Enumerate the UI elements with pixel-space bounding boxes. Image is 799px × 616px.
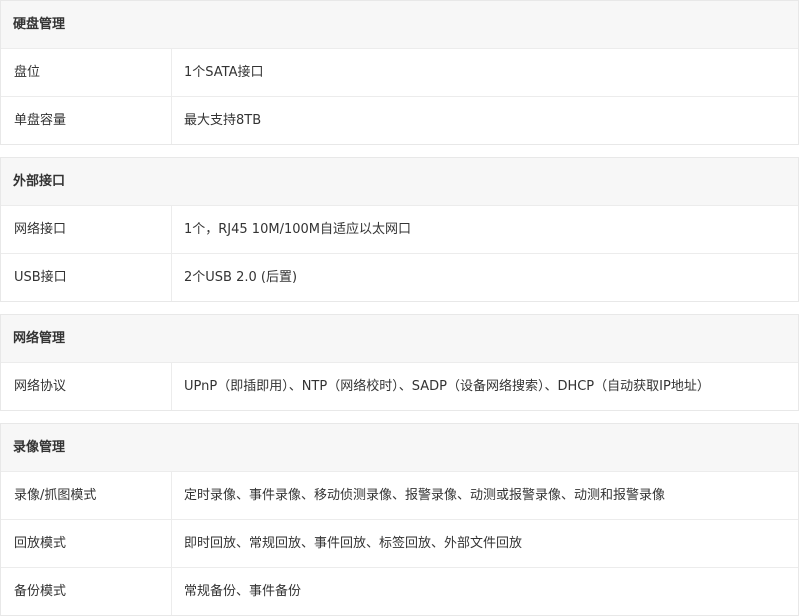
spec-value: 2个USB 2.0 (后置) — [184, 270, 298, 285]
spec-key: 单盘容量 — [1, 97, 172, 144]
section-title: 外部接口 — [1, 158, 798, 205]
spec-value: 即时回放、常规回放、事件回放、标签回放、外部文件回放 — [184, 536, 523, 551]
spec-row: USB接口 2个USB 2.0 (后置) — [1, 253, 798, 301]
spec-key: 回放模式 — [1, 520, 172, 567]
spec-value: 1个，RJ45 10M/100M自适应以太网口 — [184, 222, 411, 237]
spec-section-network-management: 网络管理 网络协议 UPnP（即插即用）、NTP（网络校时）、SADP（设备网络… — [0, 314, 799, 411]
spec-key: 网络接口 — [1, 206, 172, 253]
spec-value: 常规备份、事件备份 — [184, 584, 302, 599]
section-title: 网络管理 — [1, 315, 798, 362]
section-title: 硬盘管理 — [1, 1, 798, 48]
spec-value: UPnP（即插即用）、NTP（网络校时）、SADP（设备网络搜索）、DHCP（自… — [184, 379, 710, 394]
spec-key: USB接口 — [1, 254, 172, 301]
spec-section-external-interfaces: 外部接口 网络接口 1个，RJ45 10M/100M自适应以太网口 USB接口 … — [0, 157, 799, 302]
spec-value: 最大支持8TB — [184, 113, 262, 128]
spec-section-recording-management: 录像管理 录像/抓图模式 定时录像、事件录像、移动侦测录像、报警录像、动测或报警… — [0, 423, 799, 616]
spec-row: 备份模式 常规备份、事件备份 — [1, 567, 798, 615]
spec-row: 盘位 1个SATA接口 — [1, 48, 798, 96]
spec-key: 备份模式 — [1, 568, 172, 615]
spec-value: 1个SATA接口 — [184, 65, 264, 80]
section-title: 录像管理 — [1, 424, 798, 471]
spec-row: 回放模式 即时回放、常规回放、事件回放、标签回放、外部文件回放 — [1, 519, 798, 567]
spec-row: 网络协议 UPnP（即插即用）、NTP（网络校时）、SADP（设备网络搜索）、D… — [1, 362, 798, 410]
spec-key: 盘位 — [1, 49, 172, 96]
spec-row: 录像/抓图模式 定时录像、事件录像、移动侦测录像、报警录像、动测或报警录像、动测… — [1, 471, 798, 519]
spec-key: 录像/抓图模式 — [1, 472, 172, 519]
spec-value: 定时录像、事件录像、移动侦测录像、报警录像、动测或报警录像、动测和报警录像 — [184, 488, 666, 503]
spec-key: 网络协议 — [1, 363, 172, 410]
spec-section-disk-management: 硬盘管理 盘位 1个SATA接口 单盘容量 最大支持8TB — [0, 0, 799, 145]
spec-row: 单盘容量 最大支持8TB — [1, 96, 798, 144]
spec-row: 网络接口 1个，RJ45 10M/100M自适应以太网口 — [1, 205, 798, 253]
